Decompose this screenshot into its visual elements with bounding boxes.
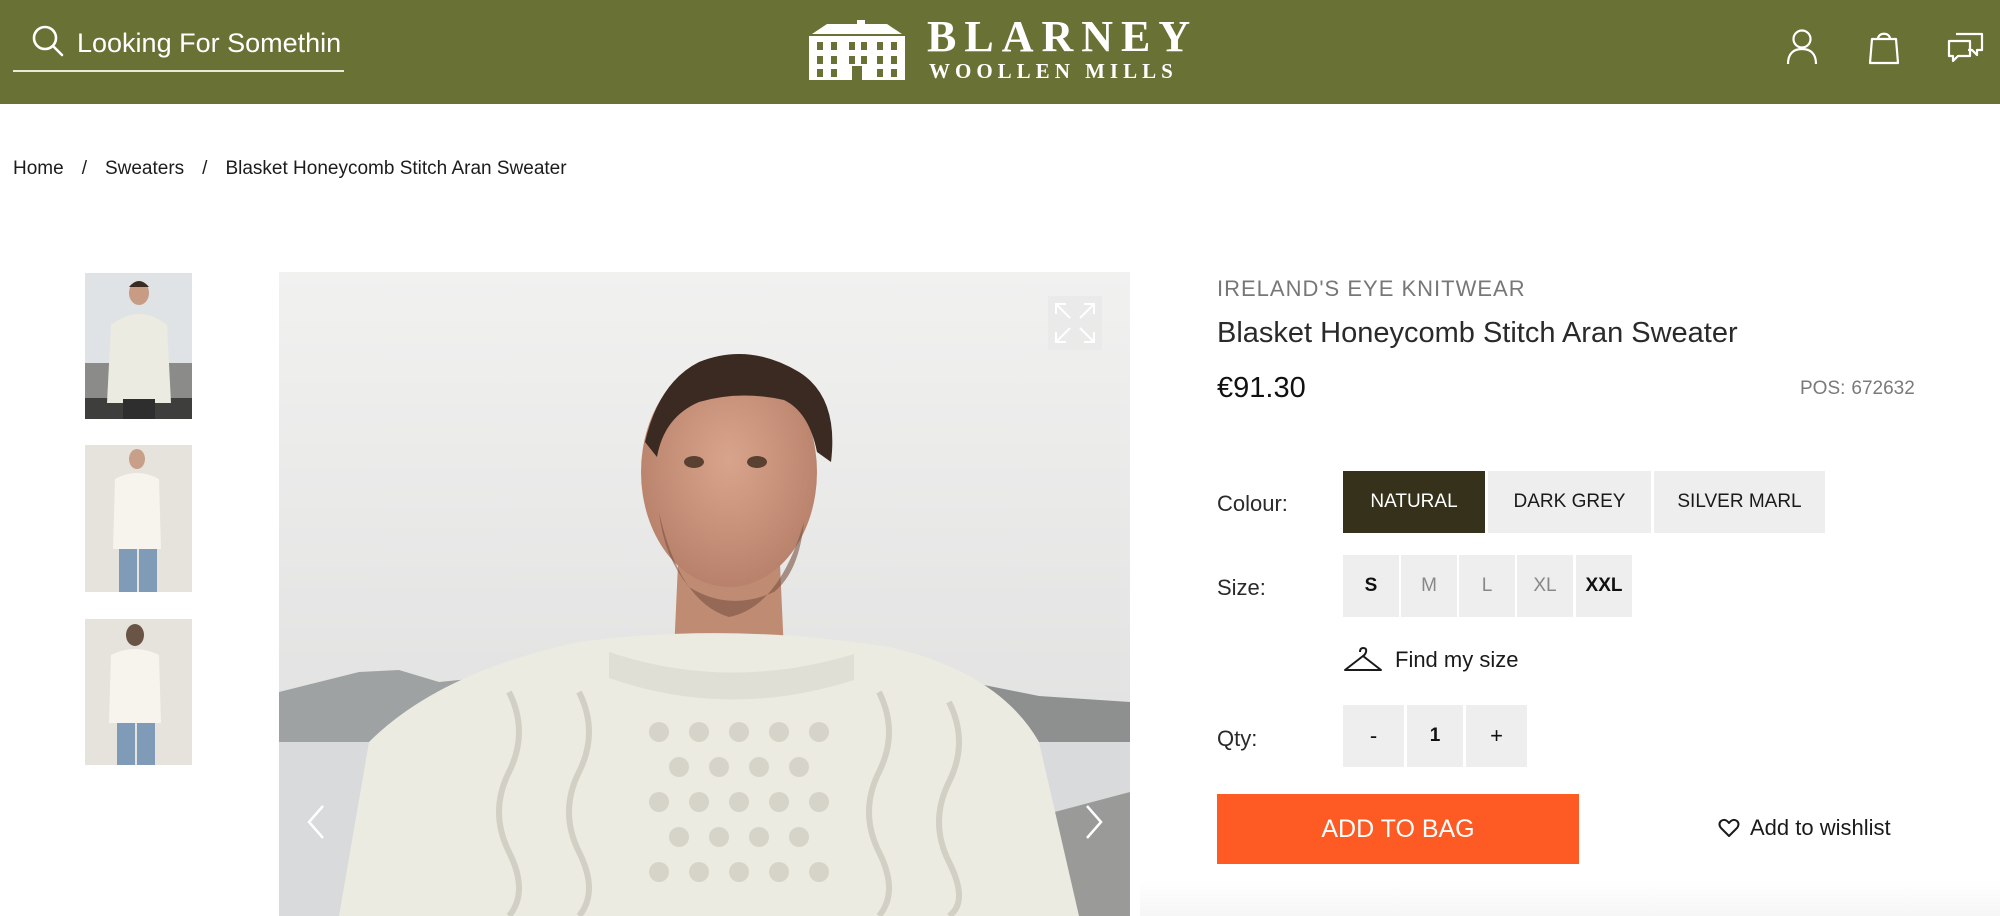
breadcrumb-current: Blasket Honeycomb Stitch Aran Sweater [225,158,567,179]
breadcrumb: Home / Sweaters / Blasket Honeycomb Stit… [13,158,567,180]
product-title: Blasket Honeycomb Stitch Aran Sweater [1217,317,1738,349]
site-logo[interactable]: BLARNEY WOOLLEN MILLS [805,14,1190,84]
size-option-l[interactable]: L [1459,555,1515,617]
product-thumbnail-3[interactable] [85,619,192,765]
wishlist-label: Add to wishlist [1750,815,1891,840]
qty-increase-button[interactable]: + [1466,705,1527,767]
product-thumbnail-1[interactable] [85,273,192,419]
chevron-left-icon[interactable] [301,800,331,844]
logo-building-icon [809,20,905,80]
qty-label: Qty: [1217,726,1258,751]
find-my-size-link[interactable]: Find my size [1343,642,1518,678]
product-main-image[interactable] [279,272,1130,916]
qty-decrease-button[interactable]: - [1343,705,1404,767]
breadcrumb-home[interactable]: Home [13,158,64,180]
size-label: Size: [1217,575,1266,600]
size-option-m[interactable]: M [1401,555,1457,617]
breadcrumb-separator: / [202,158,208,179]
size-option-xl[interactable]: XL [1517,555,1573,617]
thumbnail-image [85,445,192,592]
search-bar[interactable] [13,18,344,72]
chevron-right-icon[interactable] [1079,800,1109,844]
thumbnail-image [85,273,192,419]
scroll-fade [1140,880,2000,916]
pos-value: 672632 [1851,378,1915,399]
add-to-wishlist-link[interactable]: Add to wishlist [1718,815,1891,841]
colour-option-natural[interactable]: NATURAL [1343,471,1485,533]
qty-input[interactable] [1407,705,1463,767]
search-icon[interactable] [29,22,69,62]
breadcrumb-sweaters[interactable]: Sweaters [105,158,184,180]
product-photo [279,272,1130,916]
product-pos: POS: 672632 [1800,378,1915,400]
add-to-bag-button[interactable]: ADD TO BAG [1217,794,1579,864]
heart-icon [1718,818,1740,837]
product-price: €91.30 [1217,372,1306,404]
thumbnail-image [85,619,192,765]
bag-icon[interactable] [1862,24,1906,68]
size-option-s[interactable]: S [1343,555,1399,617]
site-header: BLARNEY WOOLLEN MILLS [0,0,2000,104]
product-thumbnail-2[interactable] [85,445,192,592]
find-my-size-label: Find my size [1395,647,1519,672]
hanger-icon [1344,647,1382,671]
colour-option-silver-marl[interactable]: SILVER MARL [1654,471,1825,533]
user-icon[interactable] [1780,24,1824,68]
size-option-xxl[interactable]: XXL [1576,555,1632,617]
breadcrumb-separator: / [81,158,87,179]
chat-icon[interactable] [1944,24,1988,68]
pos-label: POS: [1800,378,1846,399]
colour-label: Colour: [1217,491,1288,516]
logo-title: BLARNEY [927,12,1199,61]
colour-option-dark-grey[interactable]: DARK GREY [1488,471,1651,533]
logo-subtitle: WOOLLEN MILLS [929,59,1178,83]
expand-image-button[interactable] [1048,296,1102,350]
expand-icon [1055,303,1095,343]
search-input[interactable] [77,22,342,64]
product-brand[interactable]: IRELAND'S EYE KNITWEAR [1217,276,1526,302]
